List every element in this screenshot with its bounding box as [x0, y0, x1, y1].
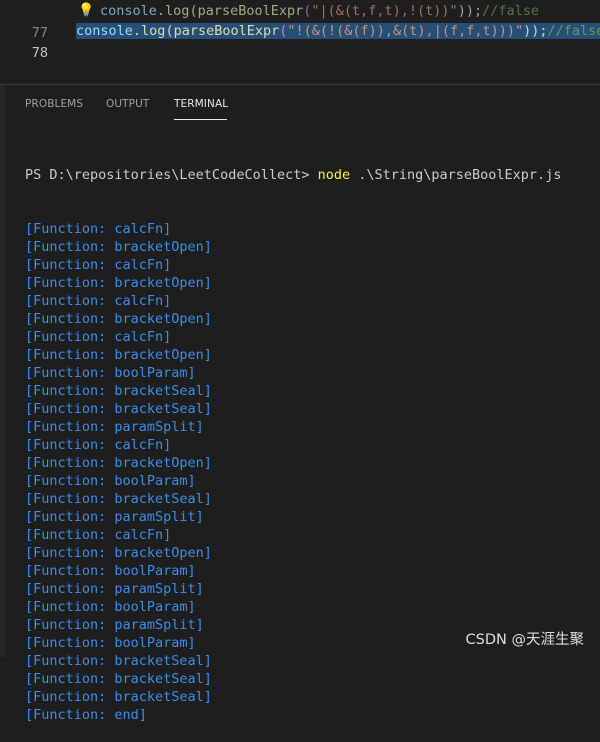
terminal-output-line: [Function: bracketSeal] [25, 688, 600, 706]
terminal-output-line: [Function: calcFn] [25, 328, 600, 346]
terminal-output-line: [Function: bracketSeal] [25, 652, 600, 670]
terminal-output-line: [Function: paramSplit] [25, 418, 600, 436]
terminal-output-line: [Function: calcFn] [25, 526, 600, 544]
tab-output[interactable]: OUTPUT [106, 98, 149, 110]
code-token-paren: ( [165, 23, 173, 39]
line-number: 78 [0, 42, 48, 64]
watermark: CSDN @天涯生聚 [466, 628, 584, 649]
terminal-prompt-line: PS D:\repositories\LeetCodeCollect> node… [25, 166, 600, 184]
terminal-output-line: [Function: paramSplit] [25, 508, 600, 526]
code-token-method: log [165, 3, 189, 19]
terminal-output-line: [Function: bracketSeal] [25, 490, 600, 508]
code-token-string: "!(&(!(&(f)),&(t),|(f,f,t)))" [287, 23, 523, 39]
terminal-output-line: [Function: bracketOpen] [25, 454, 600, 472]
code-token-dot: . [157, 3, 165, 19]
panel-tabs: PROBLEMS OUTPUT TERMINAL [0, 85, 600, 123]
terminal-output-line: [Function: calcFn] [25, 220, 600, 238]
terminal-output[interactable]: PS D:\repositories\LeetCodeCollect> node… [25, 130, 600, 742]
code-line-77[interactable]: 77 💡 console.log(parseBoolExpr("|(&(t,f,… [0, 0, 600, 22]
terminal-output-line: [Function: bracketOpen] [25, 544, 600, 562]
terminal-output-line: [Function: boolParam] [25, 598, 600, 616]
terminal-output-line: [Function: bracketOpen] [25, 274, 600, 292]
terminal-output-line: [Function: calcFn] [25, 436, 600, 454]
code-token-func: parseBoolExpr [198, 3, 304, 19]
terminal-output-line: [Function: calcFn] [25, 256, 600, 274]
terminal-output-line: [Function: bracketOpen] [25, 238, 600, 256]
code-text: console.log(parseBoolExpr("|(&(t,f,t),!(… [100, 0, 539, 22]
code-token-dot: . [133, 23, 141, 39]
terminal-output-line: [Function: boolParam] [25, 472, 600, 490]
terminal-prompt: PS D:\repositories\LeetCodeCollect> [25, 167, 318, 183]
code-token-close: )); [458, 3, 482, 19]
code-editor[interactable]: 77 💡 console.log(parseBoolExpr("|(&(t,f,… [0, 0, 600, 84]
code-token-close: )); [523, 23, 547, 39]
terminal-args: .\String\parseBoolExpr.js [350, 167, 561, 183]
active-tab-indicator [174, 119, 227, 120]
terminal-output-line: [Function: bracketOpen] [25, 346, 600, 364]
tab-terminal[interactable]: TERMINAL [174, 98, 228, 110]
lightbulb-icon[interactable]: 💡 [78, 0, 92, 22]
code-token-ident: console [100, 3, 157, 19]
code-token-comment: //false [482, 3, 539, 19]
terminal-output-line: [Function: paramSplit] [25, 580, 600, 598]
terminal-output-line: [Function: bracketSeal] [25, 382, 600, 400]
code-token-paren: ( [189, 3, 197, 19]
code-token-string: "|(&(t,f,t),!(t))" [311, 3, 457, 19]
terminal-output-line: [Function: bracketOpen] [25, 310, 600, 328]
code-token-ident: console [76, 23, 133, 39]
code-token-func: parseBoolExpr [174, 23, 280, 39]
terminal-output-line: [Function: boolParam] [25, 364, 600, 382]
terminal-output-line: [Function: bracketSeal] [25, 400, 600, 418]
terminal-output-line: [Function: end] [25, 706, 600, 724]
terminal-output-line: [Function: calcFn] [25, 292, 600, 310]
tab-problems[interactable]: PROBLEMS [25, 98, 83, 110]
terminal-command: node [318, 167, 351, 183]
text-selection: console.log(parseBoolExpr("!(&(!(&(f)),&… [76, 23, 600, 39]
code-line-78[interactable]: 78 console.log(parseBoolExpr("!(&(!(&(f)… [0, 20, 600, 42]
terminal-output-line: [Function: boolParam] [25, 562, 600, 580]
code-text: console.log(parseBoolExpr("!(&(!(&(f)),&… [76, 20, 600, 42]
code-token-comment: //false [547, 23, 600, 39]
terminal-output-line: [Function: bracketSeal] [25, 670, 600, 688]
code-token-method: log [141, 23, 165, 39]
